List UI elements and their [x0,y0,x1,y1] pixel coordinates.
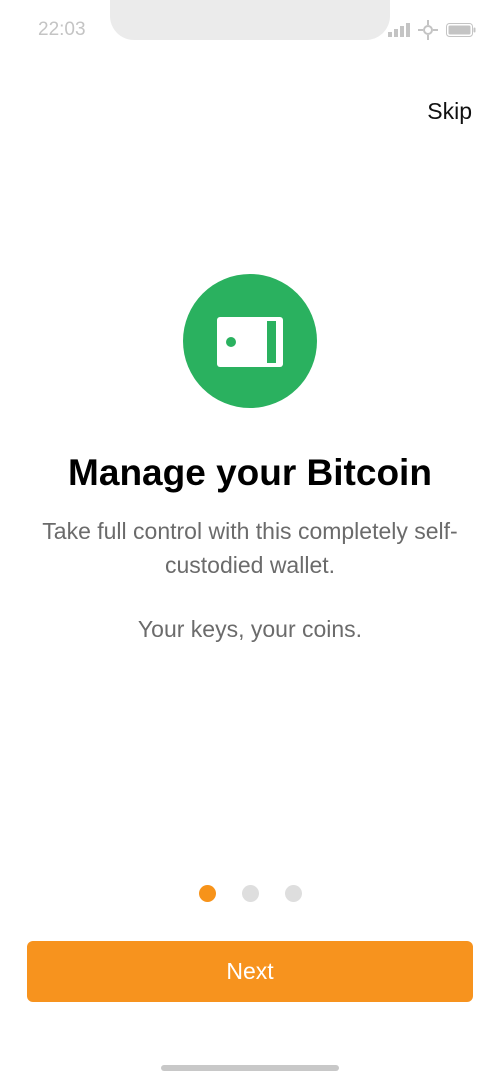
status-bar: 22:03 [0,0,500,60]
home-indicator [161,1065,339,1071]
onboarding-title: Manage your Bitcoin [68,452,432,493]
status-time: 22:03 [38,19,86,40]
skip-button[interactable]: Skip [427,98,472,125]
vpn-icon [418,20,438,40]
battery-icon [446,23,476,37]
page-dot-active [198,885,216,902]
signal-icon [388,23,410,37]
page-indicator [0,885,500,902]
status-icons [388,20,476,40]
hero-icon-circle [183,274,317,408]
page-dot [241,885,259,902]
onboarding-tagline: Your keys, your coins. [137,616,363,642]
device-notch [110,0,390,40]
next-button[interactable]: Next [27,941,473,1002]
onboarding-description: Take full control with this completely s… [42,518,458,578]
page-dot [284,885,302,902]
